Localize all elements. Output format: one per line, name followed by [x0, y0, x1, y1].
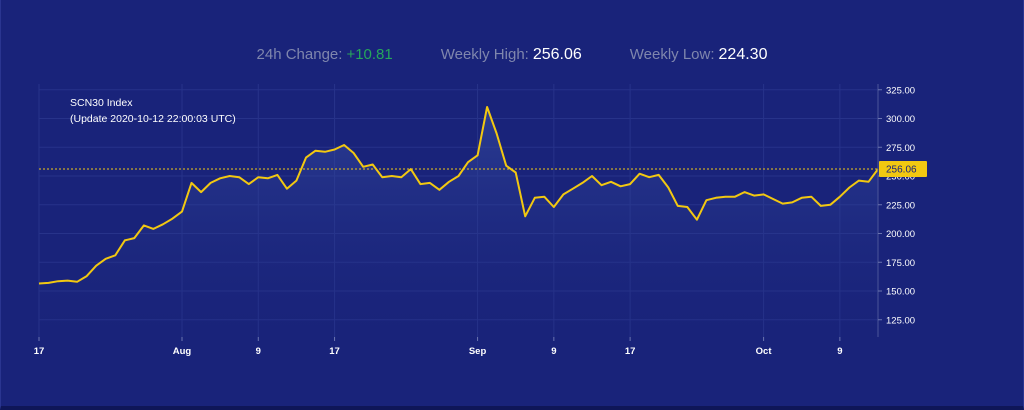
- y-axis: 125.00150.00175.00200.00225.00250.00275.…: [878, 85, 915, 326]
- current-price-label: 256.06: [886, 165, 917, 176]
- current-price-badge: 256.06: [879, 161, 927, 178]
- y-tick-label: 225.00: [886, 200, 915, 211]
- price-chart[interactable]: 125.00150.00175.00200.00225.00250.00275.…: [0, 0, 1024, 410]
- x-tick-label: Sep: [469, 346, 487, 357]
- x-tick-label: 9: [551, 346, 556, 357]
- chart-subtitle: (Update 2020-10-12 22:00:03 UTC): [70, 113, 236, 125]
- y-tick-label: 275.00: [886, 143, 915, 154]
- x-tick-label: 17: [329, 346, 340, 357]
- x-tick-label: Oct: [756, 346, 773, 357]
- y-tick-label: 150.00: [886, 287, 915, 298]
- y-tick-label: 175.00: [886, 258, 915, 269]
- chart-title: SCN30 Index: [70, 97, 133, 109]
- y-tick-label: 300.00: [886, 114, 915, 125]
- y-tick-label: 325.00: [886, 85, 915, 96]
- y-tick-label: 200.00: [886, 229, 915, 240]
- y-tick-label: 125.00: [886, 315, 915, 326]
- x-tick-label: 17: [625, 346, 636, 357]
- x-tick-label: Aug: [173, 346, 192, 357]
- x-tick-label: 9: [837, 346, 842, 357]
- x-tick-label: 9: [256, 346, 261, 357]
- x-axis: 17 Aug 9 17 Sep 9 17 Oct 9: [34, 337, 843, 357]
- x-tick-label: 17: [34, 346, 45, 357]
